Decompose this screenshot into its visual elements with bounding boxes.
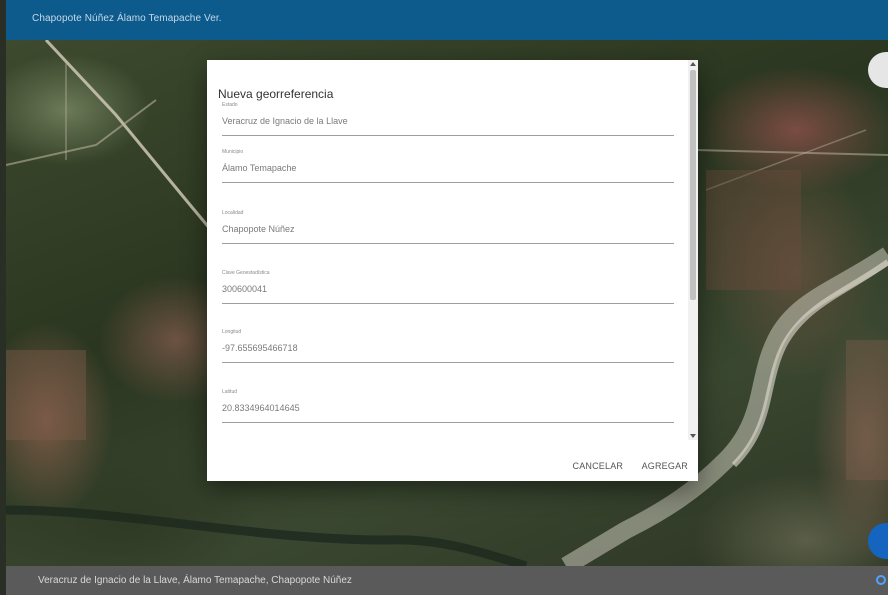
field-value[interactable]: Veracruz de Ignacio de la Llave [222, 115, 674, 127]
field-value[interactable]: -97.655695466718 [222, 342, 674, 354]
scrollbar-thumb[interactable] [690, 70, 696, 300]
field-value[interactable]: 300600041 [222, 283, 674, 295]
field-municipio[interactable]: Municipio Álamo Temapache [222, 148, 674, 183]
dialog-title: Nueva georreferencia [218, 87, 334, 101]
field-label: Localidad [222, 210, 244, 216]
scroll-up-icon[interactable] [690, 62, 696, 66]
app-title: Chapopote Núñez Álamo Temapache Ver. [32, 13, 222, 24]
field-clave-geoestadistica[interactable]: Clave Geoestadística 300600041 [222, 269, 674, 304]
cancel-button[interactable]: CANCELAR [573, 461, 624, 471]
field-value[interactable]: Álamo Temapache [222, 162, 674, 174]
field-label: Clave Geoestadística [222, 270, 270, 276]
location-summary: Veracruz de Ignacio de la Llave, Álamo T… [38, 575, 352, 586]
field-value[interactable]: 20.8334964014645 [222, 402, 674, 414]
status-bar: Veracruz de Ignacio de la Llave, Álamo T… [6, 566, 888, 595]
dialog-actions: CANCELAR AGREGAR [559, 456, 689, 472]
field-label: Estado [222, 102, 238, 108]
new-georeference-dialog: Nueva georreferencia Estado Veracruz de … [207, 60, 698, 481]
field-label: Longitud [222, 329, 242, 335]
location-icon[interactable] [876, 575, 886, 585]
field-label: Municipio [222, 149, 244, 155]
add-button[interactable]: AGREGAR [642, 461, 688, 471]
app-bar: Chapopote Núñez Álamo Temapache Ver. [6, 0, 888, 40]
field-longitud[interactable]: Longitud -97.655695466718 [222, 328, 674, 363]
field-label: Latitud [222, 389, 238, 395]
field-localidad[interactable]: Localidad Chapopote Núñez [222, 209, 674, 244]
field-estado[interactable]: Estado Veracruz de Ignacio de la Llave [222, 101, 674, 136]
field-value[interactable]: Chapopote Núñez [222, 223, 674, 235]
dialog-content[interactable]: Nueva georreferencia Estado Veracruz de … [207, 60, 688, 440]
scroll-down-icon[interactable] [690, 434, 696, 438]
field-latitud[interactable]: Latitud 20.8334964014645 [222, 388, 674, 423]
dialog-scrollbar[interactable] [688, 60, 698, 440]
